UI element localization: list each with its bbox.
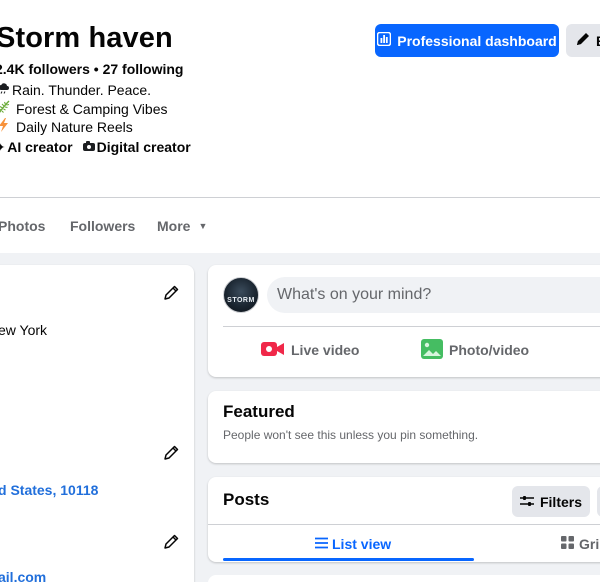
avatar-logo-text: STORM (227, 296, 255, 304)
live-video-button[interactable]: Live video (261, 340, 359, 360)
header-divider (0, 197, 600, 198)
intro-city: ew York (0, 322, 48, 338)
bio-line: Forest & Camping Vibes (0, 100, 167, 117)
caret-down-icon: ▼ (198, 221, 208, 231)
grid-view-tab[interactable]: Gri (561, 536, 599, 552)
live-video-icon (261, 340, 285, 361)
tab-more[interactable]: More ▼ (157, 218, 207, 234)
dashboard-icon (376, 31, 392, 49)
intro-email-link[interactable]: ail.com (0, 569, 46, 582)
live-video-label: Live video (291, 342, 360, 358)
featured-subtitle: People won't see this unless you pin som… (223, 428, 479, 442)
bio-text: Daily Nature Reels (16, 118, 133, 135)
camera-icon (82, 140, 95, 154)
featured-title: Featured (223, 402, 295, 421)
bio-text: Rain. Thunder. Peace. (12, 82, 152, 98)
filters-icon (519, 494, 534, 510)
profile-name: Storm haven (0, 22, 173, 54)
bio-line: Daily Nature Reels (0, 118, 133, 135)
intro-address-link[interactable]: d States, 10118 (0, 482, 98, 498)
category-digital-creator: Digital creator (82, 139, 191, 155)
edit-label: E (596, 33, 600, 49)
photo-video-label: Photo/video (449, 342, 530, 358)
bio-text: Forest & Camping Vibes (16, 100, 168, 117)
next-post-card (208, 575, 600, 582)
edit-pencil-icon[interactable] (162, 284, 180, 302)
edit-pencil-icon[interactable] (162, 444, 180, 462)
avatar[interactable]: STORM (223, 277, 259, 313)
filters-button[interactable]: Filters (512, 486, 590, 517)
dashboard-label: Professional dashboard (397, 32, 557, 49)
list-view-tab[interactable]: List view (315, 536, 391, 552)
tab-followers[interactable]: Followers (70, 218, 135, 234)
category-ai-creator: ✦ AI creator (0, 139, 73, 155)
follow-stats[interactable]: 2.4K followers • 27 following (0, 61, 184, 77)
pencil-icon (576, 32, 590, 49)
filters-label: Filters (539, 493, 582, 510)
grid-view-label: Gri (579, 536, 600, 552)
professional-dashboard-button[interactable]: Professional dashboard (375, 24, 559, 57)
tab-photos[interactable]: Photos (0, 218, 45, 234)
sparkles-icon: ✦ (0, 141, 6, 154)
whats-on-your-mind-input[interactable]: What's on your mind? (267, 277, 600, 313)
composer-divider (223, 326, 600, 327)
active-tab-indicator (223, 558, 474, 561)
photo-video-button[interactable]: Photo/video (421, 338, 530, 362)
edit-pencil-icon[interactable] (162, 533, 180, 551)
rain-cloud-icon (0, 82, 12, 98)
list-view-label: List view (332, 536, 392, 552)
edit-button[interactable]: E (566, 24, 600, 57)
lightning-icon (0, 118, 12, 135)
fern-icon (0, 100, 12, 117)
posts-title: Posts (223, 490, 270, 509)
tab-more-label: More (157, 218, 191, 234)
grid-icon (561, 536, 574, 552)
list-icon (315, 536, 328, 552)
photo-video-icon (421, 338, 443, 362)
creator-categories: ✦ AI creator Digital creator (0, 139, 191, 155)
bio-line: Rain. Thunder. Peace. (0, 82, 151, 98)
posts-divider (208, 524, 600, 525)
